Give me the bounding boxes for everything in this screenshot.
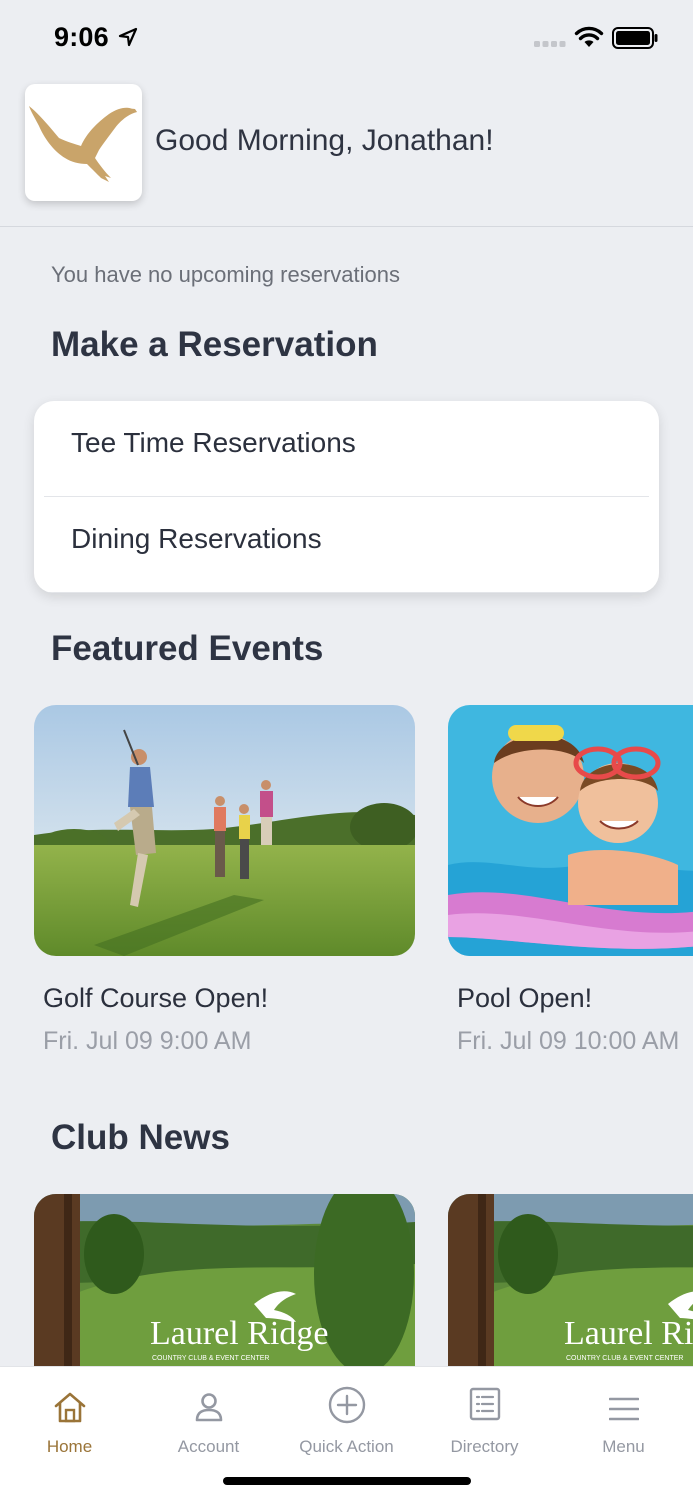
event-image-golf	[34, 705, 415, 956]
home-indicator[interactable]	[223, 1477, 471, 1485]
event-date: Fri. Jul 09 9:00 AM	[43, 1027, 252, 1055]
tab-label: Home	[46, 1437, 93, 1456]
tab-quick-action[interactable]: Quick Action	[277, 1367, 416, 1467]
reservation-card: Tee Time Reservations Dining Reservation…	[34, 401, 659, 593]
tab-label: Directory	[450, 1437, 519, 1456]
home-screen: 9:06 Good Morning, Jonathan! You have no…	[0, 0, 693, 1500]
event-title: Golf Course Open!	[43, 983, 269, 1013]
tab-label: Quick Action	[299, 1437, 394, 1456]
featured-events-carousel[interactable]: Golf Course Open! Fri. Jul 09 9:00 AM Po…	[0, 705, 693, 1075]
cellular-signal-icon	[534, 41, 566, 47]
reservation-item-label: Dining Reservations	[71, 523, 322, 554]
tab-account[interactable]: Account	[139, 1367, 278, 1467]
featured-events-title: Featured Events	[51, 629, 324, 668]
event-title: Pool Open!	[457, 983, 593, 1013]
tab-label: Account	[177, 1437, 240, 1456]
news-image-title: Laurel Ridge	[150, 1315, 328, 1352]
header: Good Morning, Jonathan!	[0, 76, 693, 227]
list-icon	[469, 1387, 500, 1421]
plus-circle-icon	[328, 1386, 365, 1424]
club-news-carousel[interactable]: Laurel Ridge COUNTRY CLUB & EVENT CENTER…	[0, 1194, 693, 1366]
greeting-text: Good Morning, Jonathan!	[155, 124, 494, 157]
dining-reservations-item[interactable]: Dining Reservations	[44, 497, 649, 593]
news-card[interactable]: Laurel Ridge COUNTRY CLUB & EVENT CENTER	[448, 1194, 693, 1366]
battery-icon	[612, 27, 658, 49]
news-image-subtitle: COUNTRY CLUB & EVENT CENTER	[566, 1355, 683, 1362]
no-reservations-message: You have no upcoming reservations	[51, 262, 400, 287]
reservation-item-label: Tee Time Reservations	[71, 427, 356, 458]
status-time: 9:06	[54, 22, 109, 52]
tee-time-reservations-item[interactable]: Tee Time Reservations	[44, 401, 649, 497]
club-logo[interactable]	[25, 84, 142, 201]
tab-menu[interactable]: Menu	[554, 1367, 693, 1467]
event-image-pool	[448, 705, 693, 956]
news-card[interactable]: Laurel Ridge COUNTRY CLUB & EVENT CENTER	[34, 1194, 415, 1366]
news-image-title: Laurel Ridge	[564, 1315, 693, 1352]
event-card[interactable]: Golf Course Open! Fri. Jul 09 9:00 AM	[34, 705, 415, 1055]
news-image: Laurel Ridge COUNTRY CLUB & EVENT CENTER	[448, 1194, 693, 1366]
status-bar: 9:06	[0, 0, 693, 76]
make-reservation-title: Make a Reservation	[51, 325, 378, 364]
tab-directory[interactable]: Directory	[415, 1367, 554, 1467]
home-icon	[54, 1392, 85, 1423]
location-arrow-icon	[118, 27, 138, 47]
news-image: Laurel Ridge COUNTRY CLUB & EVENT CENTER	[34, 1194, 415, 1366]
hamburger-icon	[608, 1397, 639, 1421]
wifi-icon	[574, 26, 604, 47]
eagle-logo-icon	[29, 106, 137, 182]
tab-label: Menu	[602, 1437, 645, 1456]
person-icon	[195, 1393, 222, 1422]
club-news-title: Club News	[51, 1118, 230, 1157]
tab-home[interactable]: Home	[0, 1367, 139, 1467]
event-card[interactable]: Pool Open! Fri. Jul 09 10:00 AM	[448, 705, 693, 1055]
event-date: Fri. Jul 09 10:00 AM	[457, 1027, 680, 1055]
news-image-subtitle: COUNTRY CLUB & EVENT CENTER	[152, 1355, 269, 1362]
